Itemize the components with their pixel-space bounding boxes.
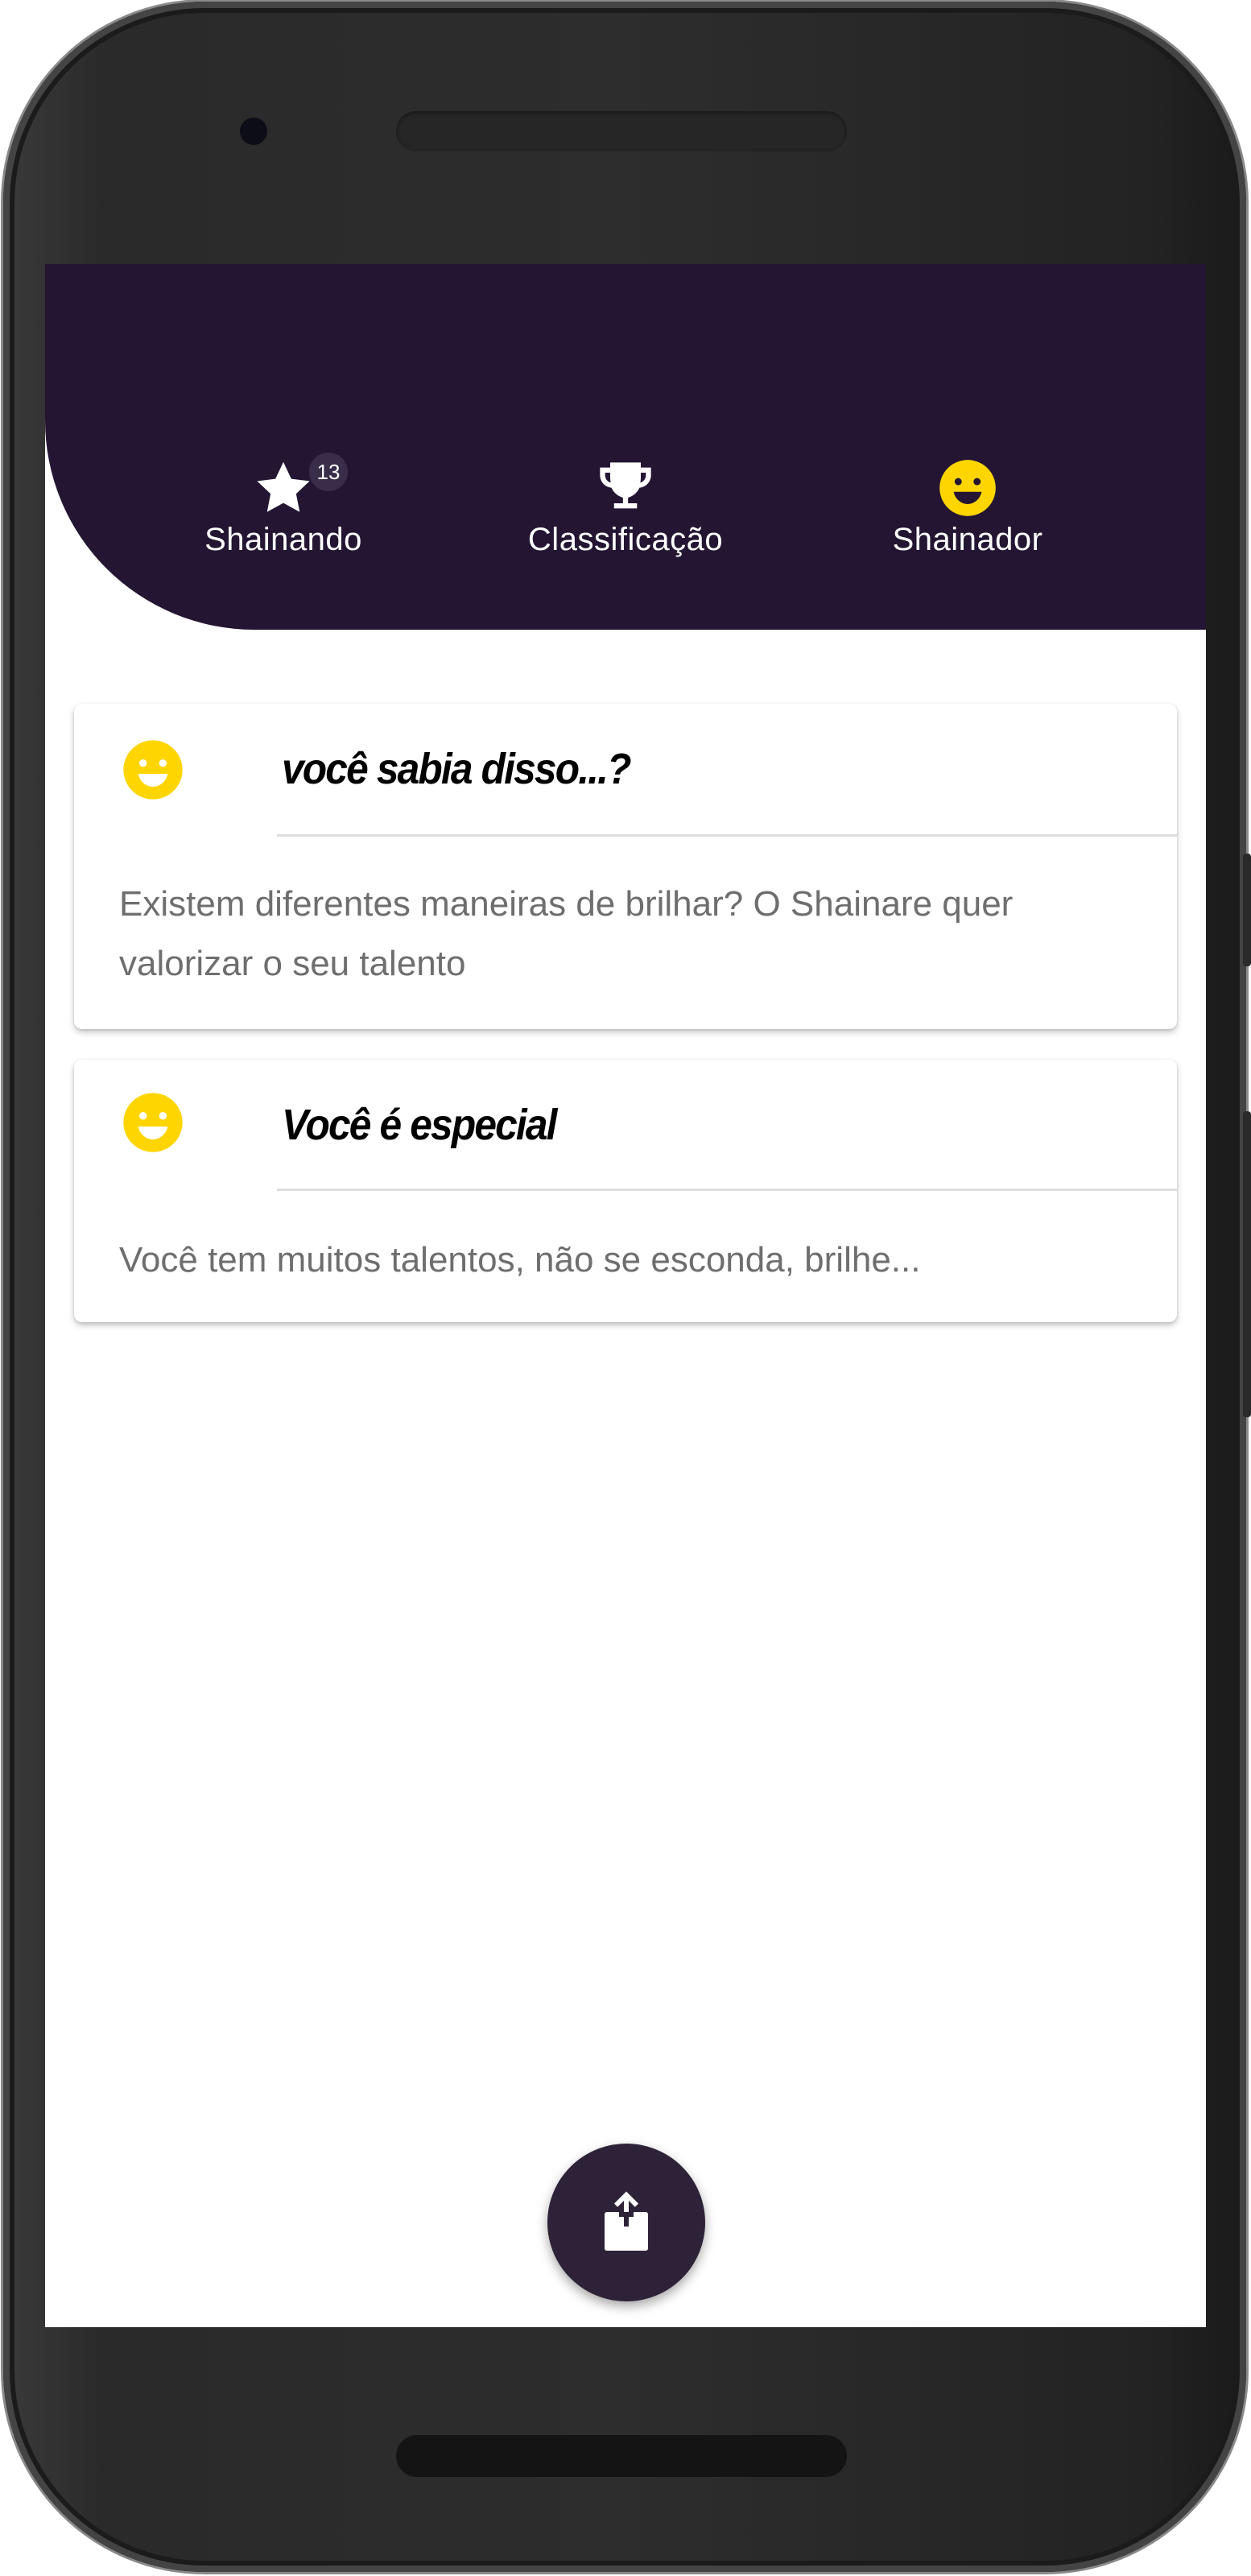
smiley-icon — [123, 1093, 183, 1152]
app-header: 13 Shainando Classificação Shainador — [45, 264, 1206, 630]
notification-badge: 13 — [309, 453, 348, 491]
card-body: Você tem muitos talentos, não se esconda… — [119, 1240, 921, 1280]
tab-label: Shainador — [892, 522, 1043, 557]
tab-shainador[interactable]: Shainador — [839, 457, 1096, 570]
front-camera — [240, 118, 267, 145]
power-button — [1243, 1111, 1251, 1417]
earpiece-speaker — [396, 111, 847, 151]
card-title: Você é especial — [282, 1101, 557, 1149]
smiley-icon — [123, 740, 183, 800]
volume-button — [1243, 854, 1251, 966]
phone-device: 13 Shainando Classificação Shainador voc… — [0, 0, 1251, 2576]
tab-shainando[interactable]: 13 Shainando — [155, 453, 412, 570]
tip-card[interactable]: Você é especial Você tem muitos talentos… — [74, 1060, 1177, 1322]
card-divider — [277, 1189, 1177, 1191]
tip-card[interactable]: você sabia disso...? Existem diferentes … — [74, 704, 1177, 1029]
card-body: Existem diferentes maneiras de brilhar? … — [119, 884, 1014, 983]
smiley-icon — [939, 460, 996, 516]
app-screen: 13 Shainando Classificação Shainador voc… — [45, 264, 1206, 2327]
star-icon — [257, 461, 310, 512]
share-icon — [605, 2191, 648, 2251]
trophy-icon — [600, 462, 651, 509]
card-divider — [277, 834, 1177, 837]
card-title: você sabia disso...? — [282, 745, 631, 793]
tab-classificacao[interactable]: Classificação — [497, 457, 754, 570]
share-button[interactable] — [547, 2144, 705, 2301]
tab-label: Shainando — [204, 522, 362, 557]
tab-label: Classificação — [527, 522, 724, 557]
bottom-speaker — [396, 2435, 847, 2477]
